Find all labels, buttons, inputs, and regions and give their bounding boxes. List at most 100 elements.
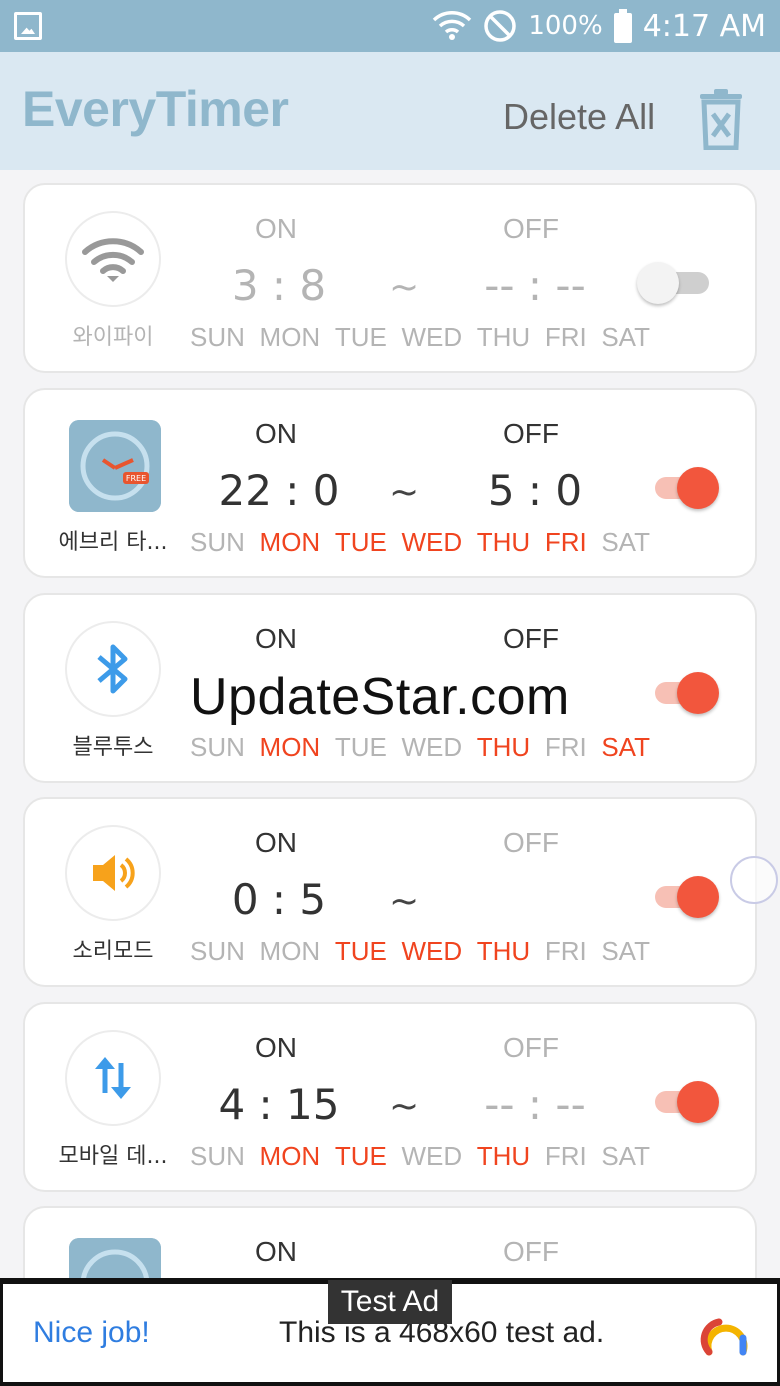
day-wed[interactable]: WED (401, 322, 462, 353)
day-sat[interactable]: SAT (601, 322, 650, 353)
mobile-data-icon (95, 1057, 131, 1099)
enable-toggle[interactable] (633, 872, 723, 922)
enable-toggle[interactable] (633, 258, 723, 308)
toggle-knob (637, 262, 679, 304)
on-label: ON (255, 1236, 297, 1267)
day-sun[interactable]: SUN (190, 527, 245, 558)
battery-icon (613, 9, 632, 43)
on-time[interactable]: 3 : 8 (185, 261, 373, 310)
off-label: OFF (503, 1032, 559, 1063)
off-time[interactable]: -- : -- (445, 1080, 625, 1129)
day-sun[interactable]: SUN (190, 732, 245, 763)
icon-container (65, 825, 161, 921)
enable-toggle[interactable] (633, 1077, 723, 1127)
day-mon[interactable]: MON (260, 1141, 321, 1172)
delete-all-button[interactable]: Delete All (503, 96, 655, 138)
do-not-disturb-icon (484, 10, 517, 42)
everytimer-app-icon: FREE (69, 420, 161, 512)
on-label: ON (255, 623, 297, 654)
icon-container (65, 621, 161, 717)
day-wed[interactable]: WED (401, 527, 462, 558)
weekdays: SUN MON TUE WED THU FRI SAT (190, 732, 650, 763)
test-ad-badge: Test Ad (328, 1280, 452, 1324)
timer-card[interactable]: ON OFF (23, 1206, 757, 1278)
day-mon[interactable]: MON (260, 322, 321, 353)
day-thu[interactable]: THU (477, 527, 530, 558)
off-time[interactable]: -- : -- (445, 261, 625, 310)
timer-name: 와이파이 (72, 325, 154, 350)
toggle-knob (677, 672, 719, 714)
day-thu[interactable]: THU (477, 1141, 530, 1172)
day-sat[interactable]: SAT (601, 527, 650, 558)
off-label: OFF (503, 827, 559, 858)
day-fri[interactable]: FRI (545, 936, 587, 967)
weekdays: SUN MON TUE WED THU FRI SAT (190, 527, 650, 558)
off-label: OFF (503, 213, 559, 244)
day-sat[interactable]: SAT (601, 1141, 650, 1172)
on-label: ON (255, 418, 297, 449)
svg-text:FREE: FREE (126, 474, 146, 483)
watermark: UpdateStar.com (190, 668, 570, 726)
enable-toggle[interactable] (633, 463, 723, 513)
day-mon[interactable]: MON (260, 527, 321, 558)
clock: 4:17 AM (642, 8, 766, 44)
day-sun[interactable]: SUN (190, 1141, 245, 1172)
timer-name: 에브리 타... (58, 530, 168, 555)
toggle-knob (677, 467, 719, 509)
day-sun[interactable]: SUN (190, 936, 245, 967)
status-icons: 100% 4:17 AM (432, 8, 766, 44)
day-fri[interactable]: FRI (545, 732, 587, 763)
timer-card[interactable]: 소리모드 ON OFF 0 : 5 ~ SUN MON TUE WED THU FRI SA… (23, 797, 757, 987)
enable-toggle[interactable] (633, 668, 723, 718)
day-sat[interactable]: SAT (601, 732, 650, 763)
day-wed[interactable]: WED (401, 936, 462, 967)
day-fri[interactable]: FRI (545, 322, 587, 353)
day-thu[interactable]: THU (477, 936, 530, 967)
status-bar: 100% 4:17 AM (0, 0, 780, 52)
day-fri[interactable]: FRI (545, 527, 587, 558)
on-time[interactable]: 22 : 0 (185, 466, 373, 515)
day-mon[interactable]: MON (260, 732, 321, 763)
wifi-icon (433, 11, 472, 40)
day-tue[interactable]: TUE (335, 732, 387, 763)
tilde-separator: ~ (389, 881, 420, 922)
bluetooth-icon (97, 644, 128, 694)
timer-card[interactable]: FREE 에브리 타... ON OFF 22 : 0 ~ 5 : 0 SUN M… (23, 388, 757, 578)
day-wed[interactable]: WED (401, 1141, 462, 1172)
day-thu[interactable]: THU (477, 732, 530, 763)
off-time[interactable]: 5 : 0 (445, 466, 625, 515)
off-label: OFF (503, 623, 559, 654)
timer-card[interactable]: 와이파이 ON OFF 3 : 8 ~ -- : -- SUN MON TUE WED… (23, 183, 757, 373)
battery-percentage: 100% (528, 11, 603, 41)
day-wed[interactable]: WED (401, 732, 462, 763)
day-tue[interactable]: TUE (335, 1141, 387, 1172)
day-tue[interactable]: TUE (335, 936, 387, 967)
day-tue[interactable]: TUE (335, 322, 387, 353)
day-sun[interactable]: SUN (190, 322, 245, 353)
gallery-icon (14, 12, 42, 40)
on-label: ON (255, 213, 297, 244)
speaker-icon (93, 855, 135, 891)
ad-headline[interactable]: Nice job! (33, 1316, 150, 1350)
icon-container (65, 1030, 161, 1126)
floating-button[interactable] (730, 856, 778, 904)
day-sat[interactable]: SAT (601, 936, 650, 967)
toggle-knob (677, 1081, 719, 1123)
timer-name: 모바일 데... (58, 1144, 168, 1169)
weekdays: SUN MON TUE WED THU FRI SAT (190, 322, 650, 353)
day-mon[interactable]: MON (260, 936, 321, 967)
day-tue[interactable]: TUE (335, 527, 387, 558)
on-label: ON (255, 1032, 297, 1063)
weekdays: SUN MON TUE WED THU FRI SAT (190, 1141, 650, 1172)
timer-name: 블루투스 (72, 735, 154, 760)
on-label: ON (255, 827, 297, 858)
timer-card[interactable]: 모바일 데... ON OFF 4 : 15 ~ -- : -- SUN MON T… (23, 1002, 757, 1192)
on-time[interactable]: 0 : 5 (185, 875, 373, 924)
weekdays: SUN MON TUE WED THU FRI SAT (190, 936, 650, 967)
app-title: EveryTimer (22, 81, 289, 137)
ad-logo-icon[interactable] (699, 1312, 753, 1360)
day-fri[interactable]: FRI (545, 1141, 587, 1172)
day-thu[interactable]: THU (477, 322, 530, 353)
trash-icon[interactable] (698, 88, 744, 150)
on-time[interactable]: 4 : 15 (185, 1080, 373, 1129)
